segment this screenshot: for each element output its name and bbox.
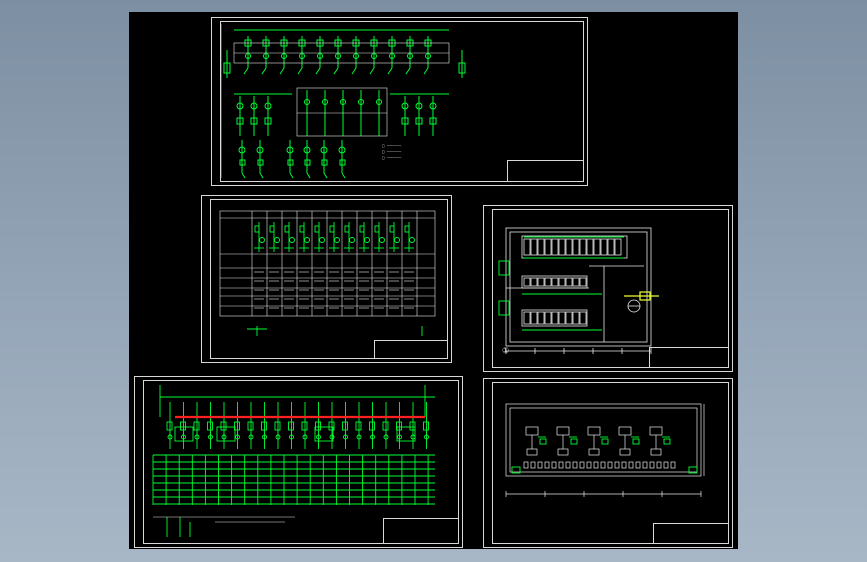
title-block	[383, 518, 459, 544]
axis-marker: ①	[502, 346, 510, 355]
title-block	[649, 347, 729, 368]
sheet-switchgear-schedule[interactable]	[201, 195, 452, 363]
sheet-floor-plan[interactable]: ①	[483, 205, 733, 372]
sheet-low-voltage-layout[interactable]	[483, 378, 733, 548]
cad-drawing-viewport[interactable]: □ —————— □ —————— □ —————— ①	[129, 12, 738, 549]
sheet-panel-elevation[interactable]	[134, 376, 463, 548]
title-block	[374, 340, 448, 359]
title-block	[507, 160, 584, 182]
title-block	[653, 523, 729, 544]
sheet-main-wiring-diagram[interactable]: □ —————— □ —————— □ ——————	[211, 17, 588, 186]
switchgear-schedule-drawing	[219, 210, 436, 336]
legend-notes: □ —————— □ —————— □ ——————	[382, 143, 402, 160]
low-voltage-layout-drawing	[505, 403, 705, 497]
